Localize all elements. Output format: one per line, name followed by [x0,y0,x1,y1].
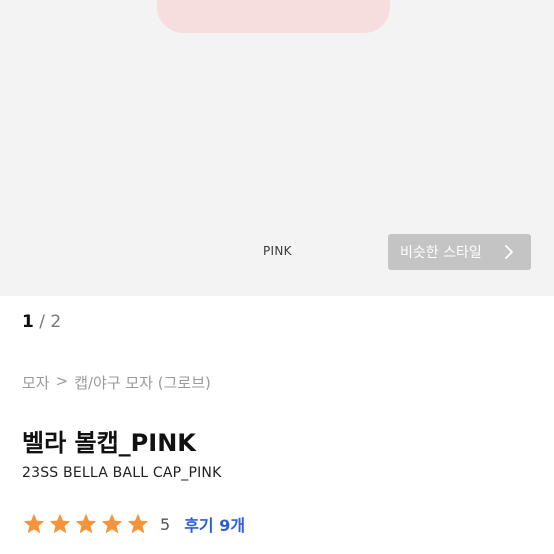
star-icon [75,513,97,534]
breadcrumb-item-hats[interactable]: 모자 [22,372,50,393]
breadcrumb: 모자 > 캡/야구 모자 (그로브) [22,372,211,393]
pager-total: 2 [50,312,62,332]
star-icon [127,513,149,534]
similar-style-button[interactable]: 비슷한 스타일 [388,234,531,270]
star-icon [23,513,45,534]
product-subtitle: 23SS BELLA BALL CAP_PINK [22,465,222,481]
similar-style-label: 비슷한 스타일 [400,245,482,261]
breadcrumb-item-caps[interactable]: 캡/야구 모자 (그로브) [74,372,211,393]
chevron-right-icon [505,245,513,259]
product-image [157,0,390,33]
pager-separator: / [39,312,45,332]
rating-row: 5 후기 9개 [22,510,245,538]
product-title: 벨라 볼캡_PINK [22,429,196,457]
image-pager: 1 / 2 [22,312,61,332]
star-icon [49,513,71,534]
rating-value: 5 [160,514,171,534]
breadcrumb-separator: > [55,372,69,390]
star-rating [22,512,150,536]
review-count-link[interactable]: 후기 9개 [184,512,245,536]
star-icon [101,513,123,534]
product-image-carousel[interactable]: PINK 비슷한 스타일 [0,0,554,296]
pager-current: 1 [22,312,34,332]
color-caption: PINK [263,244,292,258]
